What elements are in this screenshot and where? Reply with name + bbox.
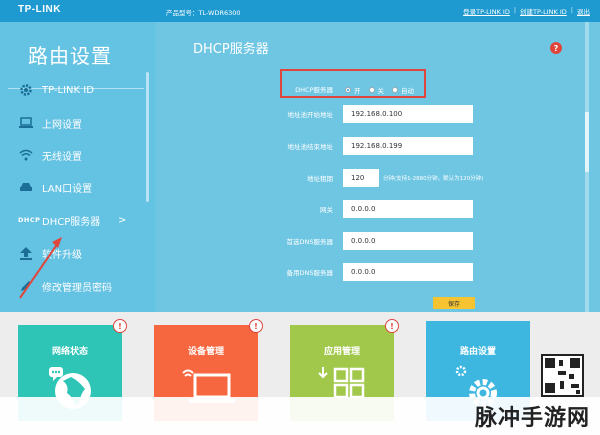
brand-logo: TP-LINK xyxy=(18,4,61,15)
alert-icon: ! xyxy=(385,319,399,333)
field-row: 首选DNS服务器 0.0.0.0 xyxy=(155,232,583,250)
primary-dns-input[interactable]: 0.0.0.0 xyxy=(343,232,473,250)
account-links: 登录TP-LINK ID | 创建TP-LINK ID | 退出 xyxy=(463,6,590,16)
separator: | xyxy=(570,6,573,14)
chevron-right-icon: > xyxy=(118,214,127,226)
pool-start-input[interactable]: 192.168.0.100 xyxy=(343,105,473,123)
alert-icon: ! xyxy=(113,319,127,333)
tile-label: 网络状态 xyxy=(51,347,88,357)
field-row: 网关 0.0.0.0 xyxy=(155,200,583,218)
field-label: 地址池结束地址 xyxy=(287,143,334,151)
pencil-icon xyxy=(18,278,34,294)
sidebar-item-label: LAN口设置 xyxy=(42,183,93,195)
gear-icon xyxy=(18,82,34,98)
sidebar-item-wireless[interactable]: 无线设置 xyxy=(0,139,145,171)
login-tplink-id-link[interactable]: 登录TP-LINK ID xyxy=(463,6,510,16)
sidebar-item-internet[interactable]: 上网设置 xyxy=(0,107,145,139)
sidebar: 路由设置 TP-LINK ID 上网设置 无线设置 LAN口设置 DHCP DH… xyxy=(0,22,155,312)
tile-label: 设备管理 xyxy=(187,347,224,357)
sidebar-item-label: 上网设置 xyxy=(42,119,82,131)
radio-off[interactable]: 关 xyxy=(368,85,384,95)
secondary-dns-input[interactable]: 0.0.0.0 xyxy=(343,263,473,281)
field-label: 网关 xyxy=(320,206,333,214)
field-row: 地址池结束地址 192.168.0.199 xyxy=(155,137,583,155)
watermark-text: 脉冲手游网 xyxy=(474,406,590,431)
create-tplink-id-link[interactable]: 创建TP-LINK ID xyxy=(520,6,567,16)
sidebar-item-label: 修改管理员密码 xyxy=(42,282,112,294)
radio-icon xyxy=(392,87,398,93)
main-scrollbar[interactable] xyxy=(585,22,589,312)
dhcp-icon: DHCP xyxy=(18,215,41,224)
sidebar-item-label: 软件升级 xyxy=(42,249,82,261)
field-row: 地址池开始地址 192.168.0.100 xyxy=(155,105,583,123)
help-icon[interactable]: ? xyxy=(550,42,562,54)
tile-label: 路由设置 xyxy=(459,347,496,357)
field-label: 地址池开始地址 xyxy=(287,111,334,119)
gateway-input[interactable]: 0.0.0.0 xyxy=(343,200,473,218)
watermark-bar: 脉冲手游网 xyxy=(0,397,600,435)
dhcp-label: DHCP服务器 xyxy=(295,86,333,94)
field-row: 地址租期 120 分钟(支持1-2880分钟，默认为120分钟) xyxy=(155,169,583,187)
sidebar-item-label: DHCP服务器 xyxy=(42,216,101,228)
page-title: DHCP服务器 xyxy=(193,42,269,57)
qr-code xyxy=(541,354,584,397)
sidebar-item-label: 无线设置 xyxy=(42,151,82,163)
alert-icon: ! xyxy=(249,319,263,333)
lease-time-input[interactable]: 120 xyxy=(343,169,379,187)
radio-on[interactable]: 开 xyxy=(345,85,361,95)
field-row: 备用DNS服务器 0.0.0.0 xyxy=(155,263,583,281)
sidebar-item-lan[interactable]: LAN口设置 xyxy=(0,171,145,203)
lease-hint: 分钟(支持1-2880分钟，默认为120分钟) xyxy=(383,176,484,182)
upload-icon xyxy=(18,245,34,261)
sidebar-item-tplink-id[interactable]: TP-LINK ID xyxy=(0,74,145,106)
tile-label: 应用管理 xyxy=(323,347,360,357)
sidebar-item-label: TP-LINK ID xyxy=(42,84,94,96)
sidebar-item-dhcp[interactable]: DHCP DHCP服务器 > xyxy=(0,204,145,236)
save-button[interactable]: 保存 xyxy=(433,297,475,309)
car-icon xyxy=(18,179,34,195)
radio-selected-icon xyxy=(345,87,351,93)
radio-auto[interactable]: 自动 xyxy=(392,85,414,95)
field-label: 地址租期 xyxy=(307,175,333,183)
pool-end-input[interactable]: 192.168.0.199 xyxy=(343,137,473,155)
dhcp-radio-group: 开 关 自动 xyxy=(345,85,414,95)
sidebar-item-password[interactable]: 修改管理员密码 xyxy=(0,270,145,302)
field-label: 备用DNS服务器 xyxy=(286,269,334,277)
field-label: 首选DNS服务器 xyxy=(286,238,334,246)
top-bar: TP-LINK 产品型号：TL-WDR6300 登录TP-LINK ID | 创… xyxy=(0,0,600,22)
laptop-icon xyxy=(18,115,34,131)
wifi-icon xyxy=(18,147,34,163)
sidebar-item-upgrade[interactable]: 软件升级 xyxy=(0,237,145,269)
separator: | xyxy=(513,6,517,14)
logout-link[interactable]: 退出 xyxy=(577,6,590,16)
product-model: 产品型号：TL-WDR6300 xyxy=(166,9,241,17)
sidebar-title: 路由设置 xyxy=(28,44,112,68)
sidebar-scrollbar[interactable] xyxy=(146,72,149,202)
dhcp-settings-panel: DHCP服务器 ? DHCP服务器 开 关 自动 地址池开始地址 192.168… xyxy=(155,22,589,312)
radio-icon xyxy=(368,87,375,93)
dhcp-toggle-row: DHCP服务器 开 关 自动 xyxy=(155,80,583,98)
